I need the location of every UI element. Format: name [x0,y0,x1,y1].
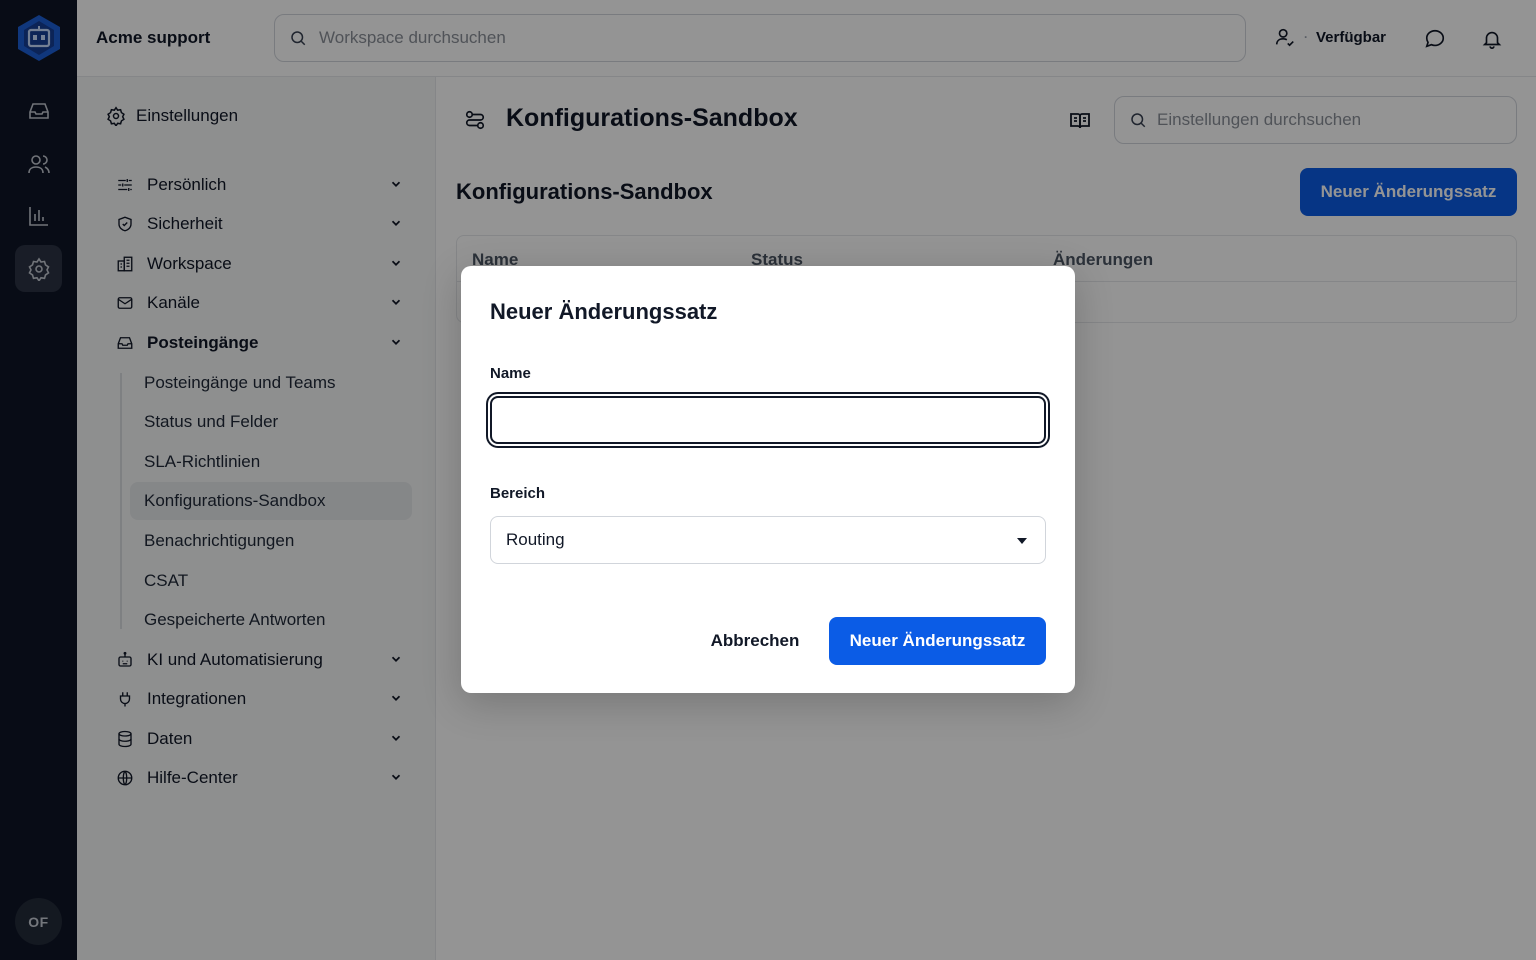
dialog-title: Neuer Änderungssatz [490,299,718,324]
new-changeset-dialog: Neuer Änderungssatz Name Bereich Routing… [461,266,1075,693]
caret-down-icon [1017,538,1027,544]
cancel-button[interactable]: Abbrechen [699,617,811,665]
create-changeset-button[interactable]: Neuer Änderungssatz [829,617,1046,665]
scope-select-value: Routing [506,530,565,549]
name-label: Name [490,365,531,382]
scope-label: Bereich [490,485,546,502]
name-field[interactable] [490,396,1046,444]
scope-select[interactable]: Routing [490,516,1046,564]
